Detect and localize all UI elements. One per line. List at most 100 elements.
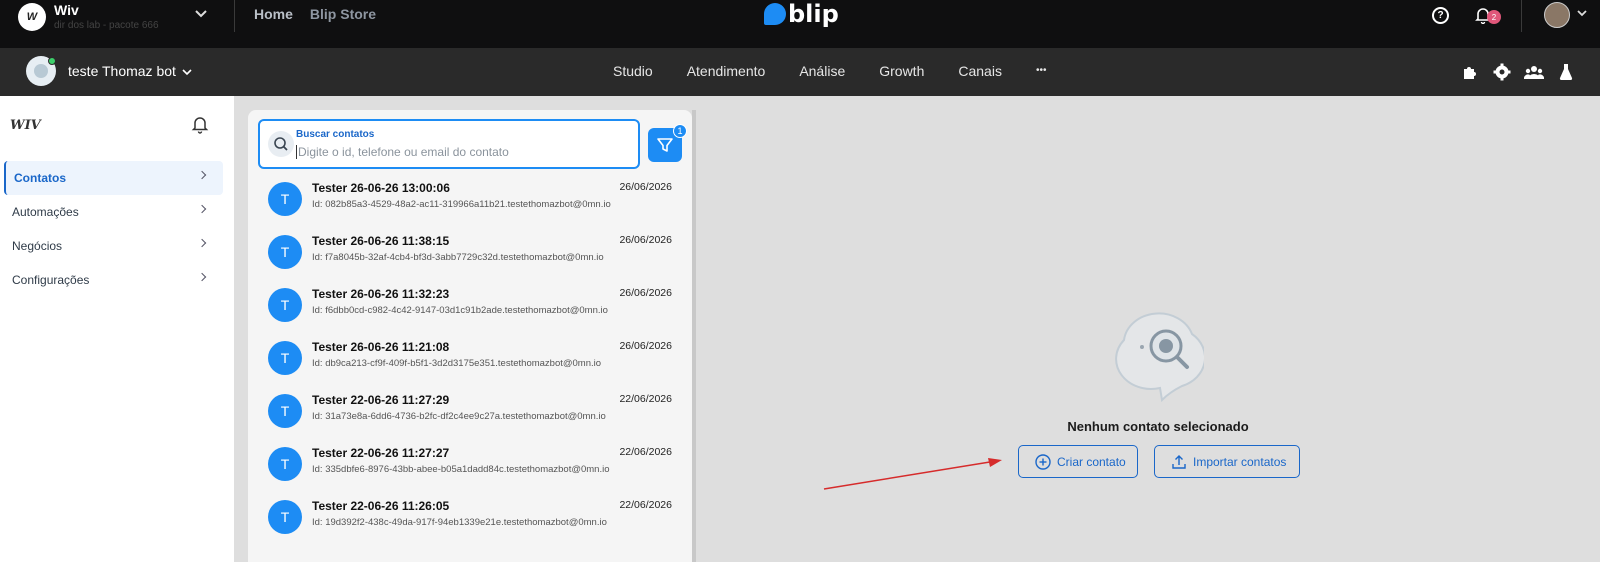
contact-list-item[interactable]: T Tester 26-06-26 11:21:08 Id: db9ca213-cf… (262, 337, 680, 385)
bot-tools (1460, 62, 1576, 82)
create-contact-button[interactable]: Criar contato (1018, 445, 1138, 478)
search-box[interactable]: Buscar contatos (258, 119, 640, 169)
top-bar: W Wiv dir dos lab - pacote 666 Home Blip… (0, 0, 1600, 48)
contact-id: Id: 31a73e8a-6dd6-4736-b2fc-df2c4ee9c27a… (312, 411, 606, 422)
contact-avatar: T (268, 235, 302, 269)
contact-date: 22/06/2026 (619, 393, 672, 405)
blip-bubble-icon (764, 3, 786, 25)
notification-count-badge: 2 (1487, 10, 1501, 24)
sidebar-item-label: Configurações (12, 273, 90, 287)
divider (1521, 0, 1522, 32)
sidebar-item-contatos[interactable]: Contatos (4, 161, 223, 195)
contact-name: Tester 26-06-26 11:38:15 (312, 234, 450, 248)
contact-id: Id: f6dbb0cd-c982-4c42-9147-03d1c91b2ade… (312, 305, 608, 316)
contact-date: 26/06/2026 (619, 181, 672, 193)
contact-avatar: T (268, 288, 302, 322)
org-subtitle: dir dos lab - pacote 666 (54, 20, 159, 31)
chevron-right-icon (197, 238, 207, 248)
sidebar-item-label: Automações (12, 205, 79, 219)
contact-list-item[interactable]: T Tester 22-06-26 11:27:29 Id: 31a73e8a-6d… (262, 390, 680, 438)
sidebar-item-configuracoes[interactable]: Configurações (4, 263, 223, 297)
contact-name: Tester 26-06-26 13:00:06 (312, 181, 450, 195)
nav-canais[interactable]: Canais (958, 63, 1002, 79)
org-switcher[interactable]: W Wiv dir dos lab - pacote 666 (18, 2, 159, 31)
puzzle-icon[interactable] (1460, 62, 1480, 82)
nav-studio[interactable]: Studio (613, 63, 653, 79)
plus-circle-icon (1035, 453, 1051, 470)
sidebar-item-label: Negócios (12, 239, 63, 253)
contact-list-item[interactable]: T Tester 22-06-26 11:27:27 Id: 335dbfe6-89… (262, 443, 680, 491)
search-input[interactable] (296, 145, 626, 159)
sidebar-item-automacoes[interactable]: Automações (4, 195, 223, 229)
more-menu[interactable]: ••• (1036, 65, 1047, 79)
import-contacts-button[interactable]: Importar contatos (1154, 445, 1300, 478)
contact-date: 22/06/2026 (619, 446, 672, 458)
bot-nav: Studio Atendimento Análise Growth Canais… (613, 63, 1080, 79)
contact-id: Id: 082b85a3-4529-48a2-ac11-319966a11b21… (312, 199, 611, 210)
contact-avatar: T (268, 500, 302, 534)
bot-name: teste Thomaz bot (68, 63, 176, 79)
blip-logo[interactable]: blip (764, 0, 839, 28)
user-avatar[interactable] (1544, 2, 1570, 28)
contact-id: Id: db9ca213-cf9f-409f-b5f1-3d2d3175e351… (312, 358, 602, 369)
gear-icon[interactable] (1492, 62, 1512, 82)
search-label: Buscar contatos (296, 129, 375, 140)
empty-state-title: Nenhum contato selecionado (1067, 419, 1249, 434)
bot-bar: teste Thomaz bot Studio Atendimento Anál… (0, 48, 1600, 96)
contact-list-item[interactable]: T Tester 22-06-26 11:26:05 Id: 19d392f2-43… (262, 496, 680, 544)
contact-name: Tester 22-06-26 11:27:29 (312, 393, 450, 407)
nav-blip-store-link[interactable]: Blip Store (310, 6, 376, 22)
team-icon[interactable] (1524, 62, 1544, 82)
contact-id: Id: 19d392f2-438c-49da-917f-94eb1339e21e… (312, 517, 607, 528)
contact-list-item[interactable]: T Tester 26-06-26 11:38:15 Id: f7a8045b-32… (262, 231, 680, 279)
nav-growth[interactable]: Growth (879, 63, 924, 79)
nav-home-link[interactable]: Home (254, 6, 293, 22)
chevron-right-icon (197, 272, 207, 282)
contact-avatar: T (268, 394, 302, 428)
magnifier-chat-illustration-icon (1114, 310, 1206, 406)
search-icon (268, 131, 294, 157)
chevron-down-icon[interactable] (194, 6, 208, 22)
contact-name: Tester 26-06-26 11:32:23 (312, 287, 450, 301)
contact-date: 22/06/2026 (619, 499, 672, 511)
annotation-arrow (823, 458, 1002, 490)
contact-name: Tester 22-06-26 11:27:27 (312, 446, 450, 460)
chevron-right-icon (197, 204, 207, 214)
bot-selector[interactable]: teste Thomaz bot (68, 63, 192, 79)
contact-date: 26/06/2026 (619, 287, 672, 299)
scrollbar[interactable] (692, 110, 696, 562)
blip-wordmark: blip (788, 0, 839, 28)
contact-id: Id: f7a8045b-32af-4cb4-bf3d-3abb7729c32d… (312, 252, 604, 263)
sidebar-item-negocios[interactable]: Negócios (4, 229, 223, 263)
sidebar-logo: WIV (10, 118, 41, 133)
chevron-down-icon (182, 69, 192, 76)
contact-date: 26/06/2026 (619, 234, 672, 246)
contact-name: Tester 26-06-26 11:21:08 (312, 340, 450, 354)
filter-count-badge: 1 (673, 124, 687, 138)
sidebar-item-label: Contatos (14, 171, 66, 185)
online-status-dot (48, 57, 56, 65)
top-nav: Home Blip Store (254, 6, 376, 22)
chevron-right-icon (197, 170, 207, 180)
flask-icon[interactable] (1556, 62, 1576, 82)
contact-avatar: T (268, 341, 302, 375)
contact-list-item[interactable]: T Tester 26-06-26 11:32:23 Id: f6dbb0cd-c9… (262, 284, 680, 332)
bell-icon[interactable] (190, 114, 210, 134)
contact-avatar: T (268, 182, 302, 216)
import-contacts-label: Importar contatos (1193, 454, 1287, 469)
help-icon[interactable]: ? (1432, 7, 1449, 24)
nav-atendimento[interactable]: Atendimento (687, 63, 766, 79)
contact-id: Id: 335dbfe6-8976-43bb-abee-b05a1dadd84c… (312, 464, 610, 475)
contact-name: Tester 22-06-26 11:26:05 (312, 499, 450, 513)
chevron-down-icon[interactable] (1576, 6, 1588, 20)
contact-date: 26/06/2026 (619, 340, 672, 352)
nav-analise[interactable]: Análise (799, 63, 845, 79)
sidebar: WIV Contatos Automações Negócios Configu… (0, 96, 234, 562)
org-name: Wiv (54, 2, 79, 18)
create-contact-label: Criar contato (1057, 454, 1126, 469)
filter-icon (657, 138, 673, 152)
divider (234, 0, 235, 32)
contact-list-item[interactable]: T Tester 26-06-26 13:00:06 Id: 082b85a3-45… (262, 178, 680, 226)
org-logo: W (18, 2, 46, 31)
contact-avatar: T (268, 447, 302, 481)
